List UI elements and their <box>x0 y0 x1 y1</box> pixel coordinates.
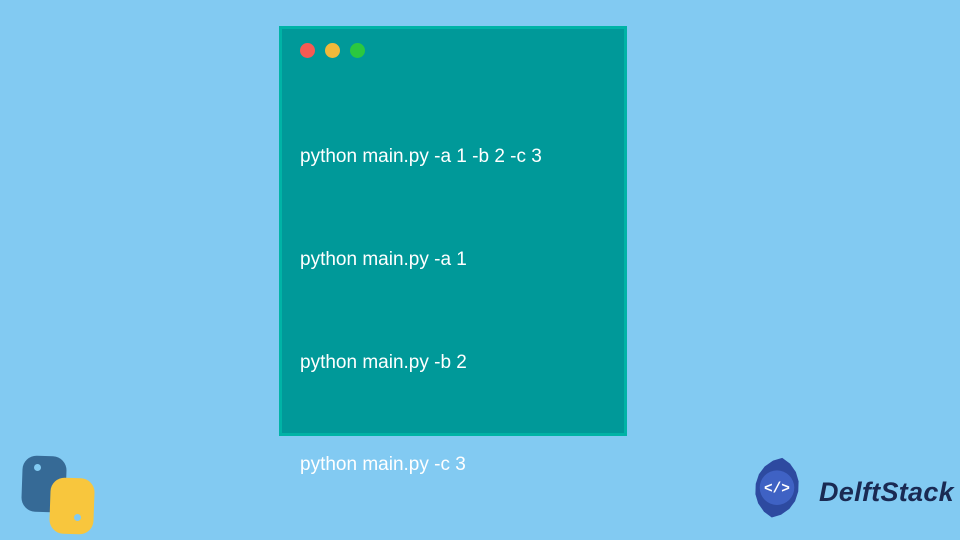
delftstack-logo: </> DelftStack <box>741 456 954 528</box>
window-traffic-lights <box>300 43 606 58</box>
code-line: python main.py -a 1 <box>300 243 606 277</box>
delftstack-badge-icon: </> <box>741 456 813 528</box>
delftstack-wordmark: DelftStack <box>819 477 954 508</box>
code-line: python main.py -a 1 -b 2 -c 3 <box>300 140 606 174</box>
close-icon <box>300 43 315 58</box>
code-line: python main.py -b 2 <box>300 346 606 380</box>
code-line: python main.py -c 3 <box>300 448 606 482</box>
code-glyph-icon: </> <box>764 482 790 498</box>
terminal-window: python main.py -a 1 -b 2 -c 3 python mai… <box>279 26 627 436</box>
maximize-icon <box>350 43 365 58</box>
code-block: python main.py -a 1 -b 2 -c 3 python mai… <box>300 72 606 540</box>
page-canvas: python main.py -a 1 -b 2 -c 3 python mai… <box>0 0 960 540</box>
minimize-icon <box>325 43 340 58</box>
python-icon <box>16 452 102 538</box>
